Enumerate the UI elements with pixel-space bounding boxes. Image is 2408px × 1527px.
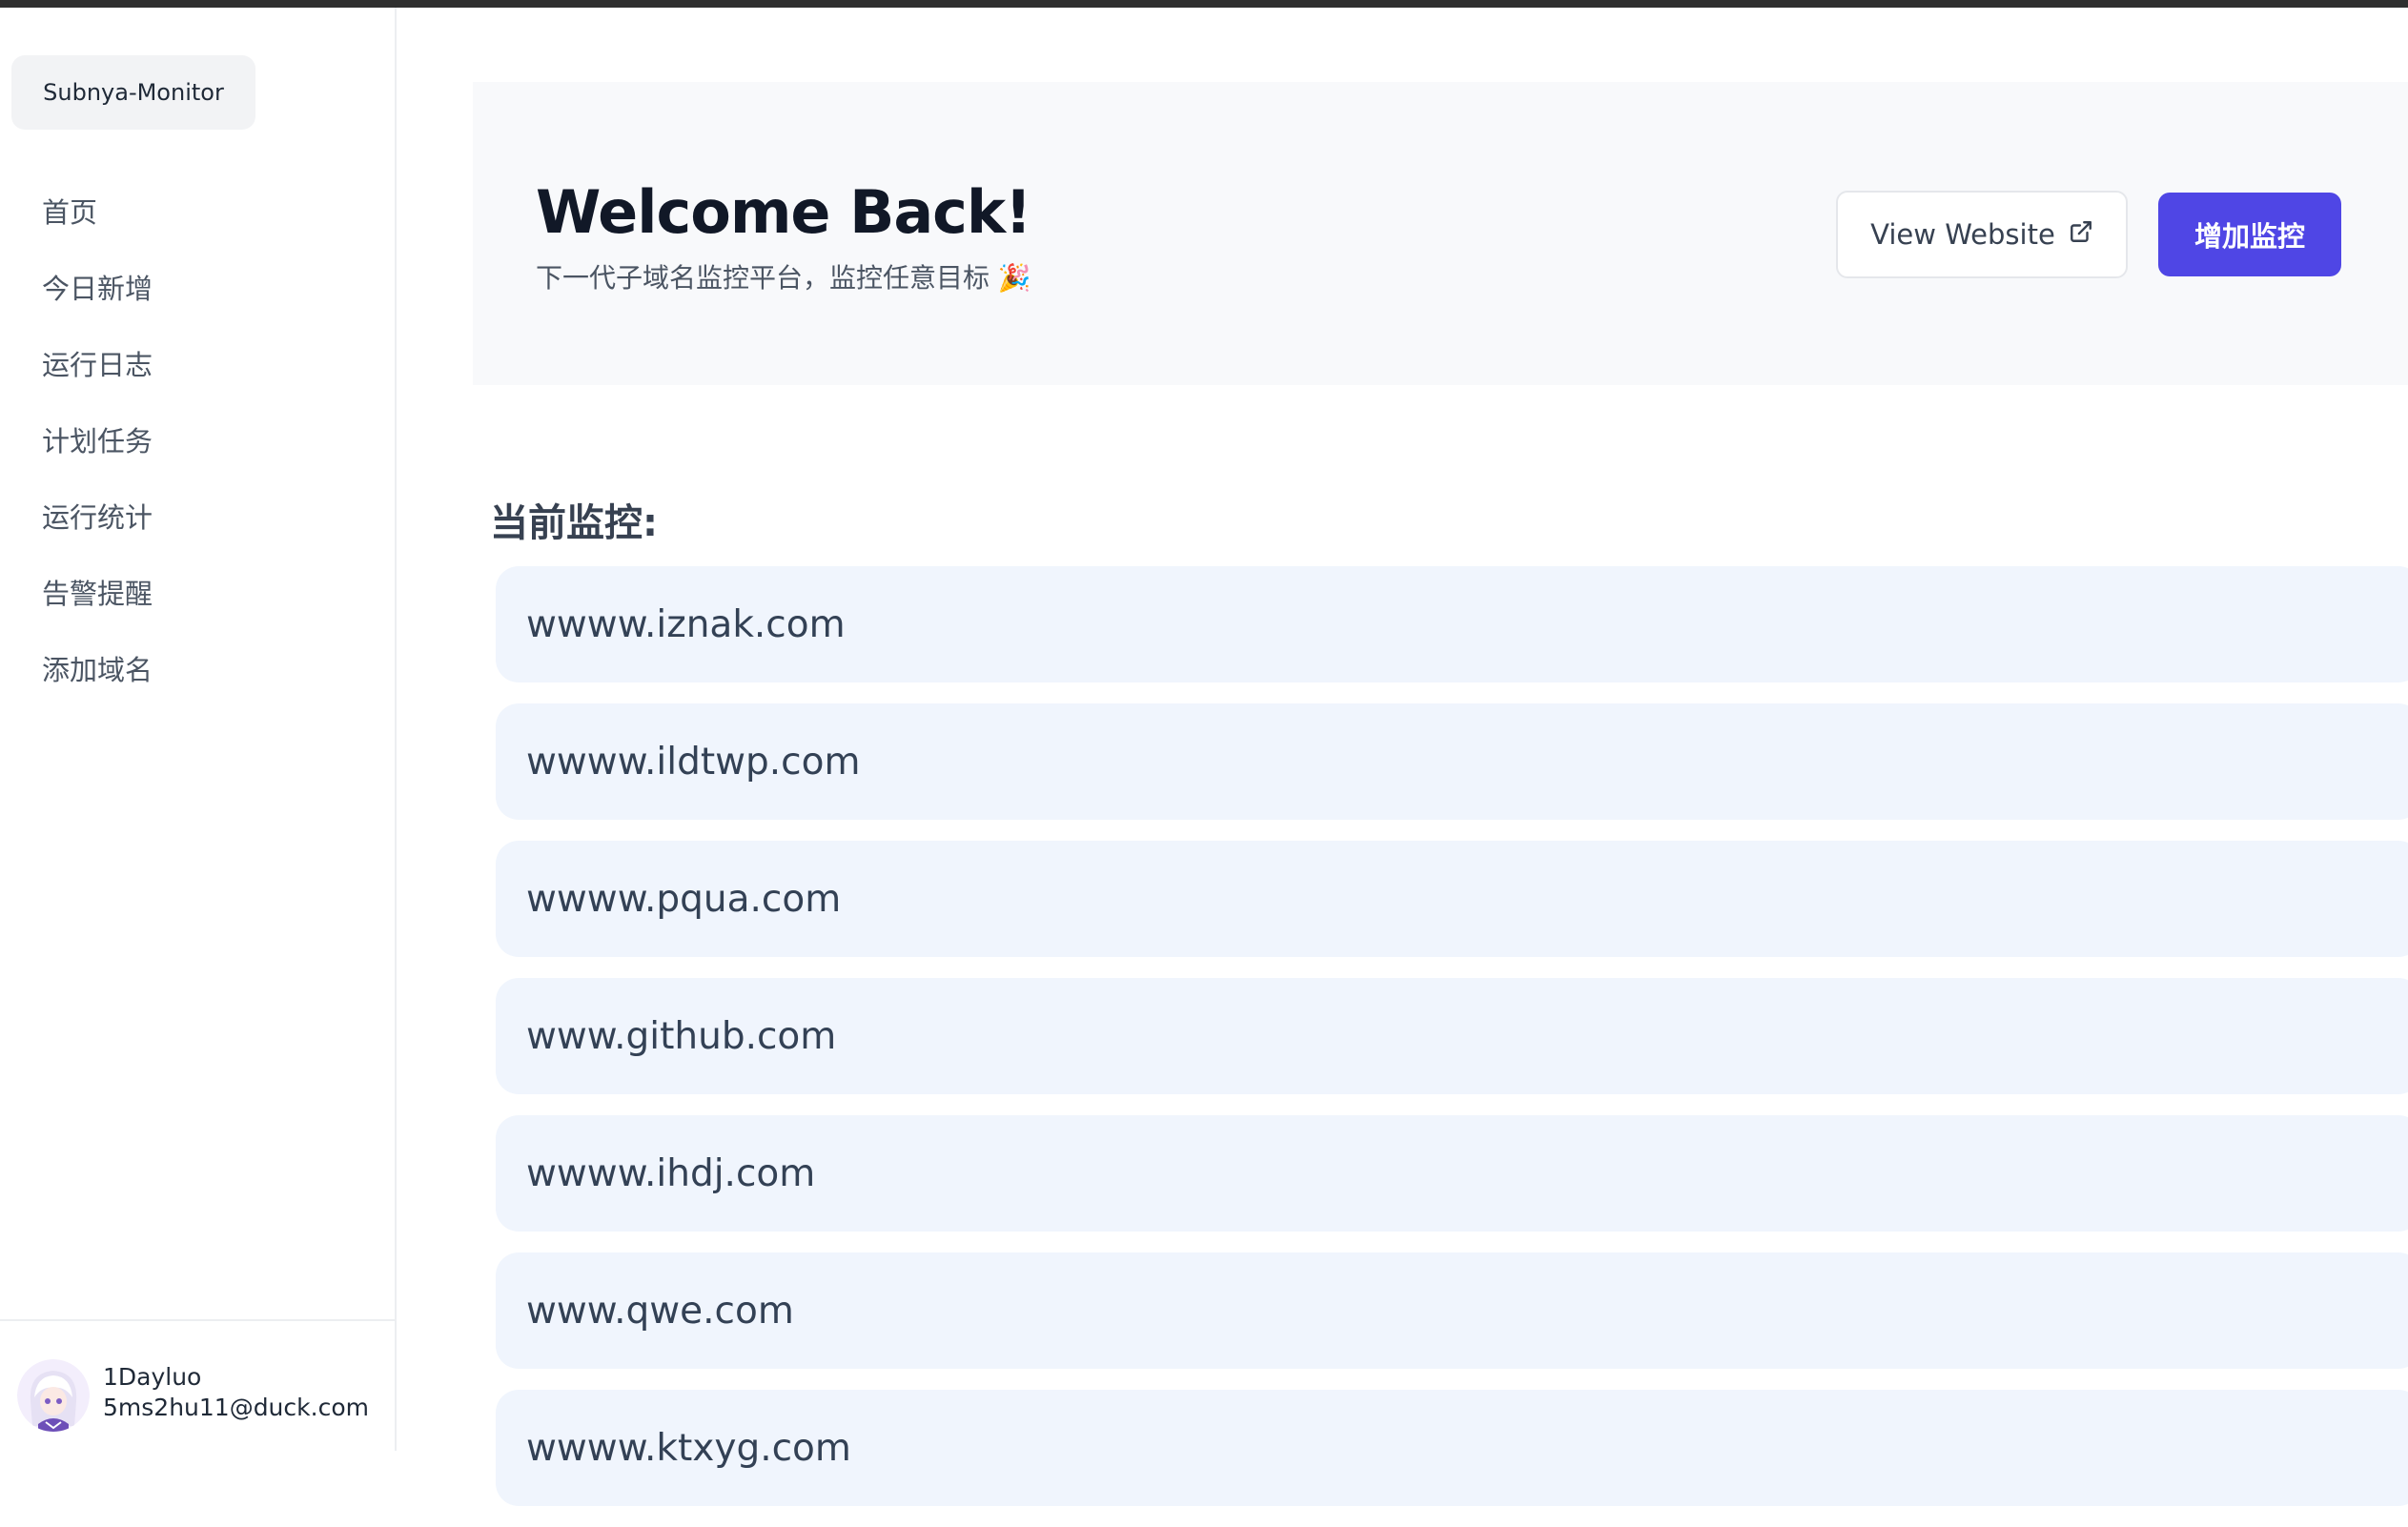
view-website-button[interactable]: View Website (1836, 191, 2128, 278)
add-monitor-button[interactable]: 增加监控 (2158, 193, 2341, 276)
list-item[interactable]: www.qwe.com (496, 1252, 2408, 1369)
sidebar-nav: 首页 今日新增 运行日志 计划任务 运行统计 告警提醒 添加域名 (42, 191, 153, 724)
user-email: 5ms2hu11@duck.com (103, 1394, 369, 1421)
brand-logo[interactable]: Subnya-Monitor (11, 55, 255, 130)
domain-list: wwww.iznak.com wwww.ildtwp.com wwww.pqua… (496, 566, 2408, 1527)
sidebar-item-alerts[interactable]: 告警提醒 (42, 572, 153, 648)
sidebar-item-scheduled-tasks[interactable]: 计划任务 (42, 419, 153, 496)
external-link-icon (2069, 218, 2093, 251)
sidebar-item-today-new[interactable]: 今日新增 (42, 267, 153, 343)
user-profile[interactable]: 1Dayluo 5ms2hu11@duck.com (0, 1319, 395, 1451)
list-item[interactable]: www.github.com (496, 978, 2408, 1094)
list-item[interactable]: wwww.pqua.com (496, 841, 2408, 957)
list-item[interactable]: wwww.ildtwp.com (496, 703, 2408, 820)
sidebar-item-home[interactable]: 首页 (42, 191, 153, 267)
list-item[interactable]: wwww.iznak.com (496, 566, 2408, 682)
list-item[interactable]: wwww.ktxyg.com (496, 1390, 2408, 1506)
list-item[interactable]: wwww.ihdj.com (496, 1115, 2408, 1232)
sidebar-item-run-stats[interactable]: 运行统计 (42, 496, 153, 572)
view-website-label: View Website (1870, 218, 2055, 251)
sidebar-item-run-logs[interactable]: 运行日志 (42, 343, 153, 419)
avatar[interactable] (17, 1359, 90, 1432)
page-subtitle: 下一代子域名监控平台，监控任意目标 🎉 (536, 262, 1031, 294)
page-title: Welcome Back! (536, 177, 1031, 247)
sidebar: Subnya-Monitor 首页 今日新增 运行日志 计划任务 运行统计 告警… (0, 8, 397, 1451)
user-name: 1Dayluo (103, 1363, 202, 1391)
window-top-bar (0, 0, 2408, 8)
current-monitors-heading: 当前监控: (490, 501, 658, 545)
sidebar-item-add-domain[interactable]: 添加域名 (42, 648, 153, 724)
welcome-banner: Welcome Back! 下一代子域名监控平台，监控任意目标 🎉 View W… (473, 82, 2408, 385)
